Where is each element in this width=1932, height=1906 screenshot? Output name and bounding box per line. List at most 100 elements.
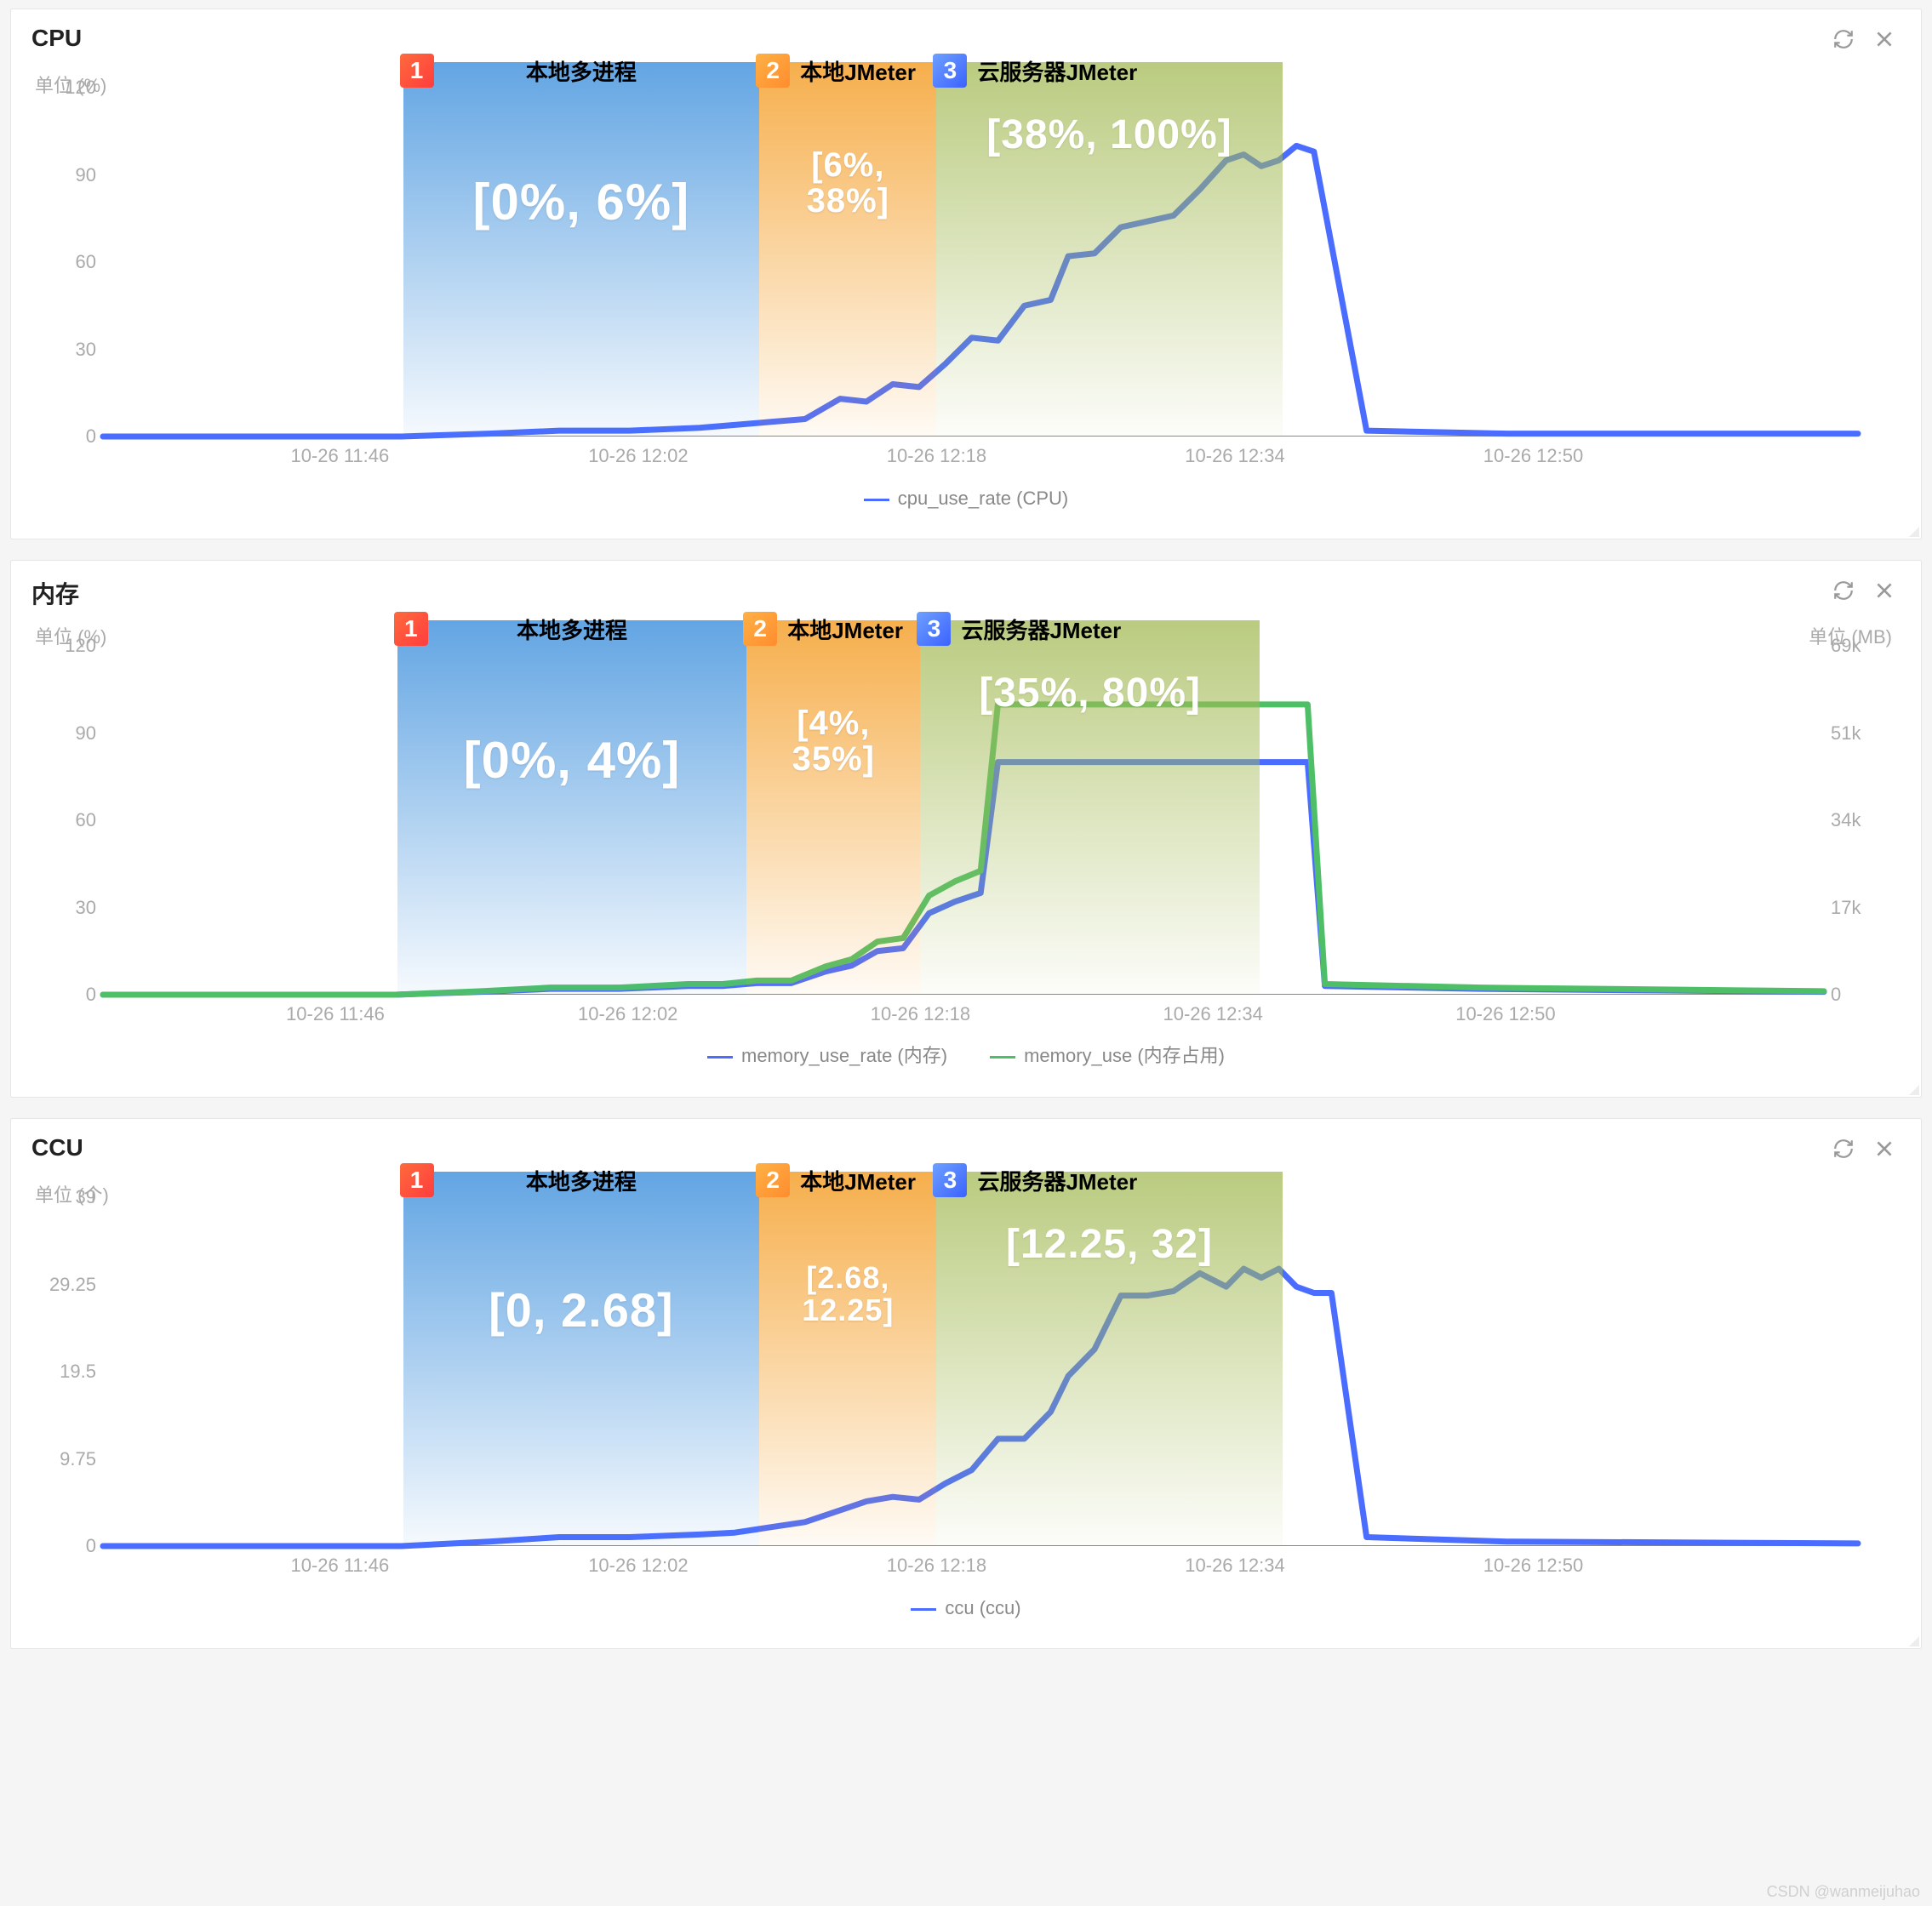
y-tick: 0 xyxy=(86,1535,96,1557)
x-tick: 10-26 12:50 xyxy=(1483,445,1583,467)
series-svg xyxy=(103,1197,1858,1546)
x-tick: 10-26 12:34 xyxy=(1185,1555,1284,1577)
band-badge: 1 xyxy=(400,54,434,88)
x-tick: 10-26 12:50 xyxy=(1483,1555,1583,1577)
band-badge: 3 xyxy=(933,54,967,88)
legend-swatch xyxy=(911,1608,936,1611)
y-tick-right: 51k xyxy=(1831,722,1861,745)
series-line xyxy=(103,1269,1858,1546)
y-ticks: 09.7519.529.2539 xyxy=(43,1197,96,1546)
close-icon[interactable] xyxy=(1873,1138,1895,1160)
refresh-icon[interactable] xyxy=(1832,1138,1855,1160)
band-badge: 3 xyxy=(933,1163,967,1197)
x-tick: 10-26 12:02 xyxy=(578,1003,677,1025)
resize-handle[interactable] xyxy=(1906,1633,1919,1646)
y-tick: 60 xyxy=(76,809,96,831)
panel-mem: 内存单位 (%)单位 (MB)0306090120017k34k51k69k10… xyxy=(10,560,1922,1098)
panel-tools xyxy=(1832,579,1895,602)
chart-area: 0 30 60 90 120 0 17k 34k 51k 69k 10-26 11:46 10-26 … xyxy=(31,620,1901,1080)
close-icon[interactable] xyxy=(1873,579,1895,602)
panel-ccu: CCU单位 (个)09.7519.529.253910-26 11:4610-2… xyxy=(10,1118,1922,1649)
band-title: 本地JMeter xyxy=(787,613,903,645)
refresh-icon[interactable] xyxy=(1832,28,1855,50)
chart-area: 09.7519.529.253910-26 11:4610-26 12:0210… xyxy=(31,1172,1901,1631)
y-tick-right: 0 xyxy=(1831,984,1841,1006)
legend-swatch xyxy=(864,499,889,501)
band-badge: 2 xyxy=(756,54,790,88)
series-svg xyxy=(103,88,1858,437)
band-title: 本地多进程 xyxy=(517,613,627,645)
x-tick: 10-26 12:02 xyxy=(588,1555,688,1577)
y-tick-right: 17k xyxy=(1831,897,1861,919)
y-tick: 29.25 xyxy=(49,1274,96,1296)
band-badge: 1 xyxy=(400,1163,434,1197)
y-tick: 90 xyxy=(76,722,96,745)
panel-title: CCU xyxy=(31,1134,1901,1161)
band-title: 云服务器JMeter xyxy=(977,55,1137,87)
panel-cpu: CPU单位 (%)030609012010-26 11:4610-26 12:0… xyxy=(10,9,1922,539)
legend: cpu_use_rate (CPU) xyxy=(31,488,1901,510)
y-tick: 9.75 xyxy=(60,1448,96,1470)
resize-handle[interactable] xyxy=(1906,523,1919,537)
x-ticks: 10-26 11:4610-26 12:0210-26 12:1810-26 1… xyxy=(103,1555,1858,1578)
resize-handle[interactable] xyxy=(1906,1081,1919,1095)
y-tick: 0 xyxy=(86,984,96,1006)
y-ticks: 0306090120 xyxy=(43,646,96,995)
band-title: 云服务器JMeter xyxy=(977,1165,1137,1196)
series-svg xyxy=(103,646,1824,995)
x-tick: 10-26 12:18 xyxy=(887,445,986,467)
band-badge: 1 xyxy=(394,612,428,646)
legend-label: memory_use (内存占用) xyxy=(1024,1045,1225,1066)
x-tick: 10-26 12:34 xyxy=(1185,445,1284,467)
legend-item[interactable]: memory_use_rate (内存) xyxy=(707,1041,947,1068)
refresh-icon[interactable] xyxy=(1832,579,1855,602)
legend: ccu (ccu) xyxy=(31,1597,1901,1619)
band-title: 本地多进程 xyxy=(526,55,637,87)
y-tick: 30 xyxy=(76,339,96,361)
x-ticks: 10-26 11:46 10-26 12:02 10-26 12:18 10-26 1… xyxy=(103,445,1858,469)
y-tick-right: 34k xyxy=(1831,809,1861,831)
legend-label: cpu_use_rate (CPU) xyxy=(898,488,1069,509)
watermark: CSDN @wanmeijuhao xyxy=(1767,1883,1920,1901)
legend-label: memory_use_rate (内存) xyxy=(741,1045,947,1066)
band-title: 本地JMeter xyxy=(800,1165,916,1196)
y-tick: 30 xyxy=(76,897,96,919)
chart-area: 0 30 60 90 120 10-26 11:46 10-26 12:02 10-26 12… xyxy=(31,62,1901,522)
y-tick: 60 xyxy=(76,251,96,273)
legend-item[interactable]: memory_use (内存占用) xyxy=(990,1041,1225,1068)
x-ticks: 10-26 11:4610-26 12:0210-26 12:1810-26 1… xyxy=(103,1003,1824,1027)
x-tick: 10-26 12:50 xyxy=(1455,1003,1555,1025)
panel-tools xyxy=(1832,1138,1895,1160)
legend-swatch xyxy=(990,1056,1015,1059)
close-icon[interactable] xyxy=(1873,28,1895,50)
band-badge: 2 xyxy=(743,612,777,646)
band-title: 本地JMeter xyxy=(800,55,916,87)
y-tick: 120 xyxy=(65,77,96,99)
panel-title: CPU xyxy=(31,25,1901,52)
legend-label: ccu (ccu) xyxy=(945,1597,1020,1618)
band-title: 本地多进程 xyxy=(526,1165,637,1196)
y-tick: 120 xyxy=(65,635,96,657)
plot[interactable]: 0306090120017k34k51k69k10-26 11:4610-26 … xyxy=(103,646,1824,995)
panel-tools xyxy=(1832,28,1895,50)
legend-item[interactable]: ccu (ccu) xyxy=(911,1597,1020,1619)
band-title: 云服务器JMeter xyxy=(961,613,1121,645)
band-badge: 3 xyxy=(917,612,951,646)
plot[interactable]: 030609012010-26 11:4610-26 12:0210-26 12… xyxy=(103,88,1858,437)
legend-item[interactable]: cpu_use_rate (CPU) xyxy=(864,488,1069,510)
y-tick: 19.5 xyxy=(60,1361,96,1383)
x-tick: 10-26 11:46 xyxy=(290,445,389,467)
legend: memory_use_rate (内存) memory_use (内存占用) xyxy=(31,1041,1901,1068)
y-ticks: 0306090120 xyxy=(43,88,96,437)
y-tick-right: 69k xyxy=(1831,635,1861,657)
y-tick: 39 xyxy=(76,1186,96,1208)
x-tick: 10-26 11:46 xyxy=(286,1003,385,1025)
band-badge: 2 xyxy=(756,1163,790,1197)
y-tick: 0 xyxy=(86,425,96,448)
panel-title: 内存 xyxy=(31,576,1901,610)
x-tick: 10-26 12:02 xyxy=(588,445,688,467)
x-tick: 10-26 12:18 xyxy=(887,1555,986,1577)
y-tick: 90 xyxy=(76,164,96,186)
plot[interactable]: 09.7519.529.253910-26 11:4610-26 12:0210… xyxy=(103,1197,1858,1546)
legend-swatch xyxy=(707,1056,733,1059)
